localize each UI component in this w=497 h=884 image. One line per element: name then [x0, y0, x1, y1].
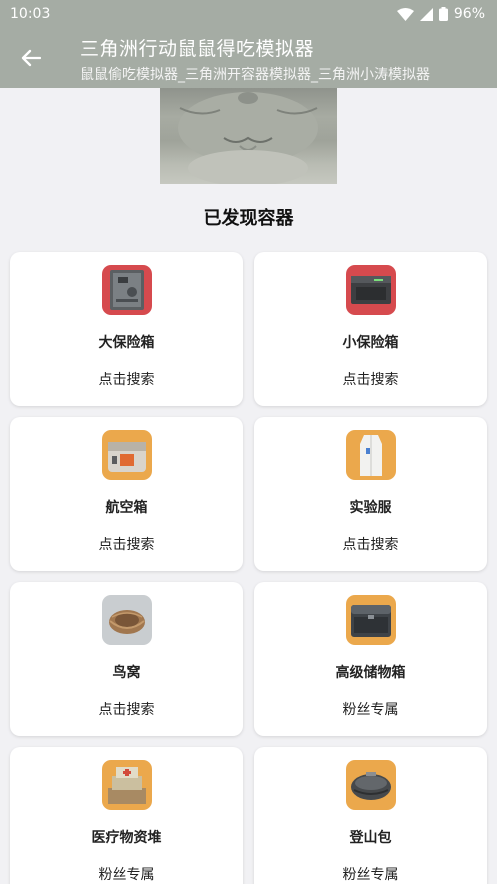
search-button[interactable]: 点击搜索: [254, 369, 487, 389]
wifi-icon: [396, 7, 414, 21]
search-button[interactable]: 点击搜索: [254, 534, 487, 554]
container-card-medical-supplies[interactable]: 医疗物资堆 粉丝专属: [10, 747, 243, 884]
storage-box-icon: [346, 595, 396, 645]
container-card-storage-box[interactable]: 高级储物箱 粉丝专属: [254, 582, 487, 736]
lab-coat-icon: [346, 430, 396, 480]
bird-nest-icon: [102, 595, 152, 645]
container-name: 大保险箱: [98, 335, 155, 351]
fan-exclusive-label[interactable]: 粉丝专属: [10, 864, 243, 884]
container-card-air-case[interactable]: 航空箱 点击搜索: [10, 417, 243, 571]
fan-exclusive-label[interactable]: 粉丝专属: [254, 699, 487, 719]
container-card-large-safe[interactable]: 大保险箱 点击搜索: [10, 252, 243, 406]
search-button[interactable]: 点击搜索: [10, 369, 243, 389]
cat-photo: [160, 88, 337, 184]
status-time: 10:03: [10, 6, 51, 22]
container-name: 医疗物资堆: [91, 830, 162, 846]
app-bar: 三角洲行动鼠鼠得吃模拟器 鼠鼠偷吃模拟器_三角洲开容器模拟器_三角洲小涛模拟器: [0, 28, 497, 88]
small-safe-icon: [346, 265, 396, 315]
signal-icon: [419, 7, 433, 21]
back-button[interactable]: [12, 40, 50, 76]
search-button[interactable]: 点击搜索: [10, 534, 243, 554]
app-title: 三角洲行动鼠鼠得吃模拟器: [80, 38, 315, 60]
app-subtitle: 鼠鼠偷吃模拟器_三角洲开容器模拟器_三角洲小涛模拟器: [80, 67, 430, 83]
backpack-icon: [346, 760, 396, 810]
arrow-left-icon: [21, 49, 41, 67]
container-card-backpack[interactable]: 登山包 粉丝专属: [254, 747, 487, 884]
battery-percent: 96%: [453, 6, 485, 22]
section-title: 已发现容器: [203, 208, 294, 229]
container-name: 登山包: [349, 830, 392, 846]
search-button[interactable]: 点击搜索: [10, 699, 243, 719]
container-name: 航空箱: [105, 500, 148, 516]
air-case-icon: [102, 430, 152, 480]
container-name: 实验服: [349, 500, 392, 516]
status-bar: 10:03 96%: [0, 0, 497, 28]
status-icons: 96%: [396, 6, 485, 22]
container-card-bird-nest[interactable]: 鸟窝 点击搜索: [10, 582, 243, 736]
container-card-small-safe[interactable]: 小保险箱 点击搜索: [254, 252, 487, 406]
medical-supplies-icon: [102, 760, 152, 810]
fan-exclusive-label[interactable]: 粉丝专属: [254, 864, 487, 884]
container-card-lab-coat[interactable]: 实验服 点击搜索: [254, 417, 487, 571]
container-name: 小保险箱: [342, 335, 399, 351]
container-name: 鸟窝: [112, 665, 141, 681]
container-name: 高级储物箱: [335, 665, 406, 681]
battery-icon: [438, 7, 448, 21]
large-safe-icon: [102, 265, 152, 315]
